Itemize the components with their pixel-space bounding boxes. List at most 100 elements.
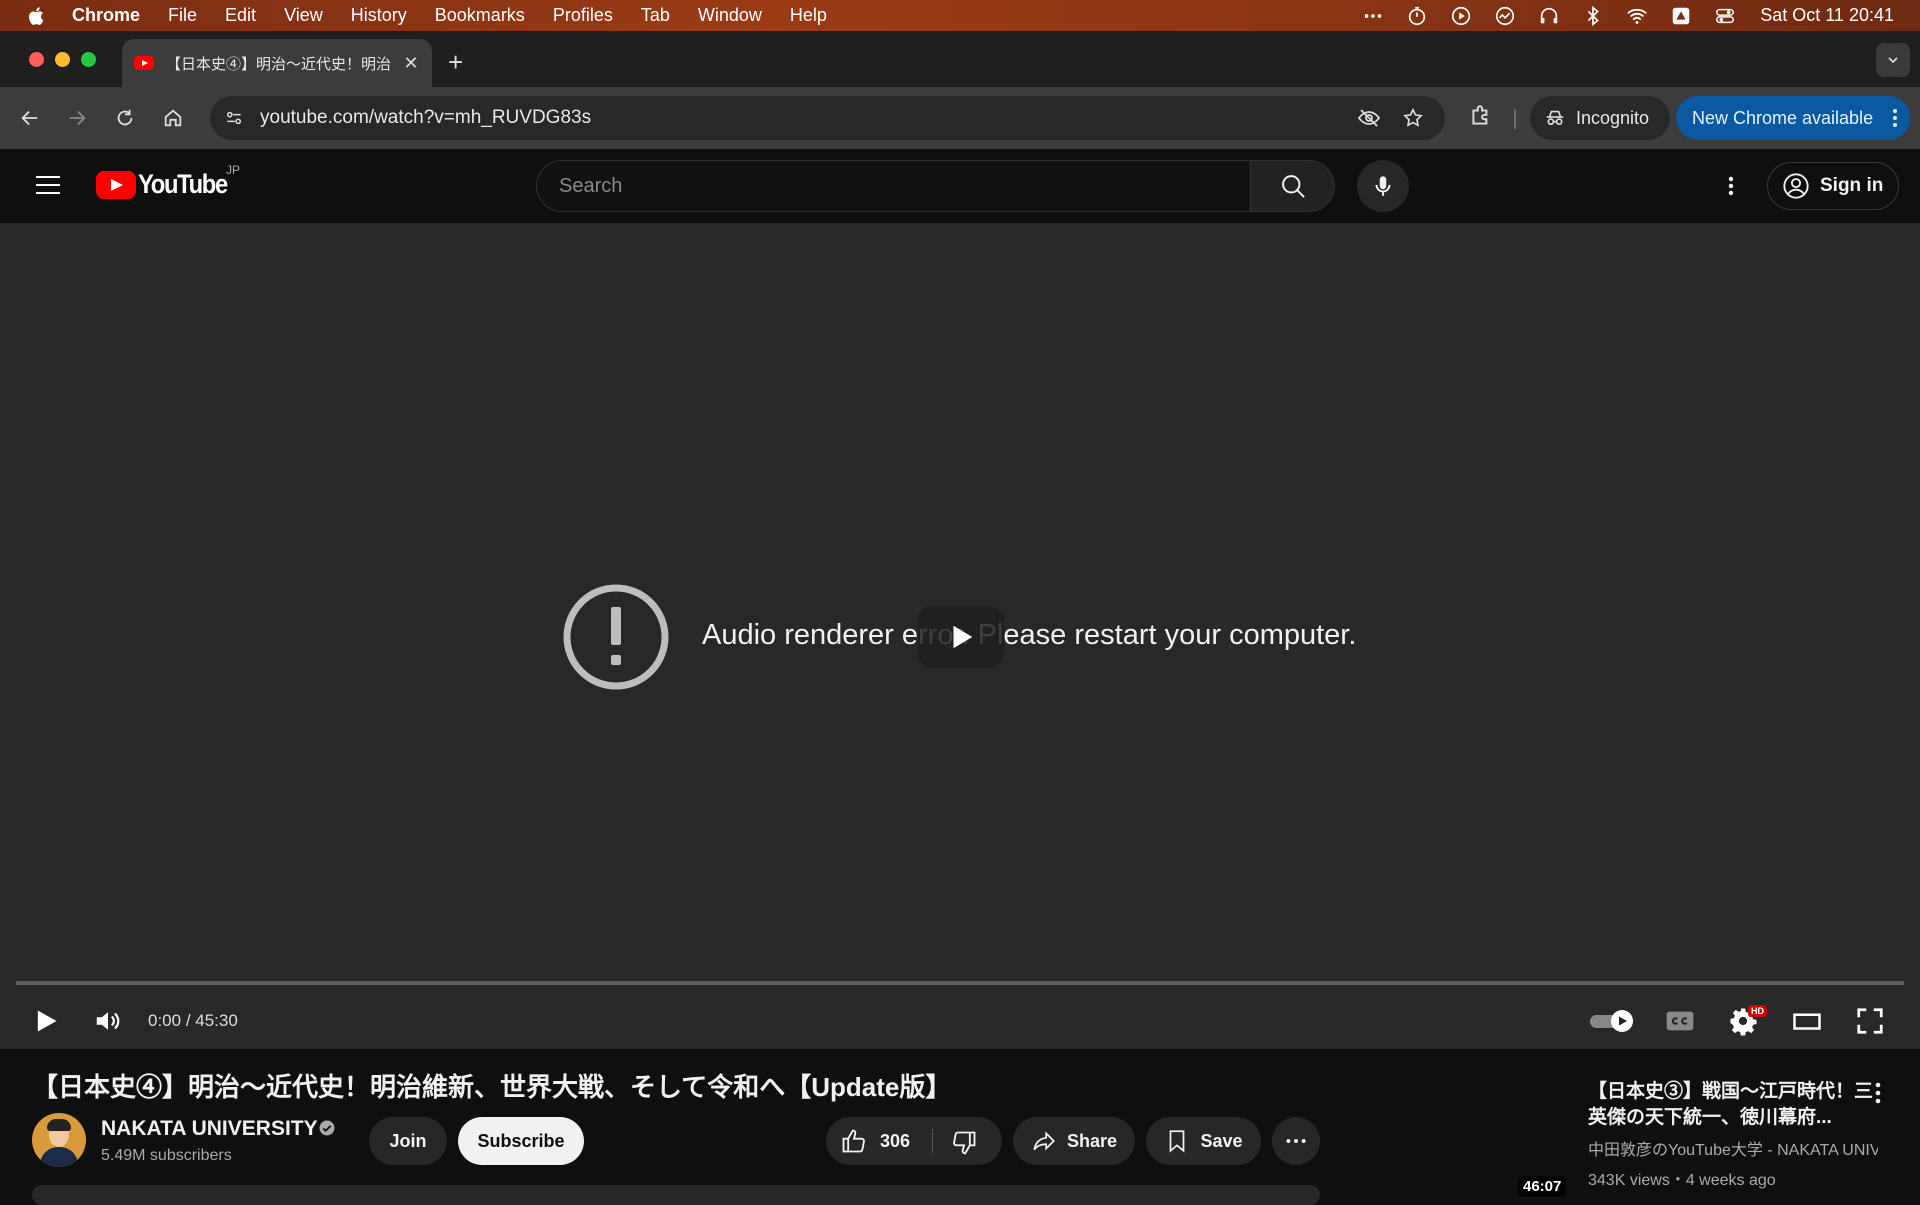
address-bar[interactable]: youtube.com/watch?v=mh_RUVDG83s xyxy=(210,96,1445,140)
captions-button[interactable] xyxy=(1662,1003,1698,1039)
verified-badge-icon xyxy=(319,1120,335,1136)
large-play-button[interactable] xyxy=(918,606,1004,668)
sign-in-button[interactable]: Sign in xyxy=(1767,162,1899,210)
youtube-play-logo-icon xyxy=(96,170,136,199)
channel-avatar[interactable] xyxy=(32,1113,86,1167)
like-divider xyxy=(932,1129,933,1153)
browser-tab-active[interactable]: 【日本史④】明治〜近代史！明治 ✕ xyxy=(122,39,432,87)
reload-button[interactable] xyxy=(111,104,139,132)
youtube-favicon-icon xyxy=(134,56,154,70)
wifi-icon[interactable] xyxy=(1626,5,1648,27)
activity-icon[interactable] xyxy=(1494,5,1516,27)
headphones-icon[interactable] xyxy=(1538,5,1560,27)
player-error-message: Audio renderer error. Please restart you… xyxy=(702,619,1357,651)
kebab-menu-icon xyxy=(1893,109,1897,127)
update-chrome-label: New Chrome available xyxy=(1692,107,1874,128)
menu-history[interactable]: History xyxy=(351,5,407,26)
menu-profiles[interactable]: Profiles xyxy=(553,5,613,26)
apple-icon[interactable] xyxy=(26,5,48,27)
tracking-protection-icon[interactable] xyxy=(1357,106,1381,130)
channel-name[interactable]: NAKATA UNIVERSITY xyxy=(101,1117,318,1141)
recommended-video-meta: 343K views・4 weeks ago xyxy=(1588,1172,1776,1189)
back-button[interactable] xyxy=(16,104,44,132)
window-minimize-button[interactable] xyxy=(55,52,70,67)
tab-title: 【日本史④】明治〜近代史！明治 xyxy=(166,55,392,73)
browser-toolbar: youtube.com/watch?v=mh_RUVDG83s Incognit… xyxy=(0,87,1920,149)
search-input[interactable] xyxy=(536,160,1251,212)
extensions-icon[interactable] xyxy=(1468,103,1496,131)
player-controls: 0:00 / 45:30 HD xyxy=(0,991,1920,1049)
time-current: 0:00 xyxy=(148,1011,182,1030)
thumbs-up-icon[interactable] xyxy=(840,1127,868,1155)
new-tab-button[interactable]: + xyxy=(448,49,463,75)
join-button[interactable]: Join xyxy=(369,1117,447,1165)
menubar-status-area: Sat Oct 11 20:41 xyxy=(1362,0,1894,31)
media-play-icon[interactable] xyxy=(1450,5,1472,27)
autoplay-toggle[interactable] xyxy=(1588,1003,1636,1039)
fullscreen-button[interactable] xyxy=(1852,1003,1888,1039)
volume-icon xyxy=(96,1012,120,1030)
menubar-clock[interactable]: Sat Oct 11 20:41 xyxy=(1760,5,1894,26)
progress-bar[interactable] xyxy=(16,981,1904,985)
control-center-icon[interactable] xyxy=(1714,5,1736,27)
menu-file[interactable]: File xyxy=(168,5,197,26)
share-label: Share xyxy=(1066,1130,1118,1151)
subscribe-button[interactable]: Subscribe xyxy=(458,1117,584,1165)
recommended-video[interactable]: 【日本史③】戦国〜江戸時代！三英傑の天下統一、徳川幕府... 中田敦彦のYouT… xyxy=(1588,1079,1888,1190)
menu-app-name[interactable]: Chrome xyxy=(72,5,140,26)
fullscreen-icon xyxy=(1857,1008,1883,1034)
menu-edit[interactable]: Edit xyxy=(225,5,256,26)
incognito-indicator[interactable]: Incognito xyxy=(1530,96,1670,140)
menu-bookmarks[interactable]: Bookmarks xyxy=(435,5,525,26)
hamburger-menu-icon[interactable] xyxy=(34,173,62,197)
youtube-logo[interactable]: YouTube JP xyxy=(96,163,240,200)
subscriber-count: 5.49M subscribers xyxy=(101,1147,232,1164)
recommended-more-icon[interactable] xyxy=(1866,1079,1890,1107)
forward-button[interactable] xyxy=(63,104,91,132)
menu-view[interactable]: View xyxy=(284,5,323,26)
search-bar xyxy=(536,160,1335,212)
join-label: Join xyxy=(389,1130,427,1151)
chevron-down-icon xyxy=(1888,57,1898,64)
search-button[interactable] xyxy=(1251,160,1335,212)
update-chrome-button[interactable]: New Chrome available xyxy=(1676,96,1910,140)
bluetooth-icon[interactable] xyxy=(1582,5,1604,27)
macos-menu-bar: Chrome File Edit View History Bookmarks … xyxy=(0,0,1920,31)
home-button[interactable] xyxy=(159,104,187,132)
account-icon xyxy=(1783,173,1809,199)
settings-more-button[interactable] xyxy=(1716,171,1746,201)
tab-search-button[interactable] xyxy=(1876,43,1910,77)
youtube-header: YouTube JP Sign in xyxy=(0,149,1920,223)
tab-close-icon[interactable]: ✕ xyxy=(402,54,420,72)
theater-mode-button[interactable] xyxy=(1789,1003,1825,1039)
bookmark-star-icon[interactable] xyxy=(1401,106,1425,130)
site-info-icon[interactable] xyxy=(218,102,250,134)
menu-help[interactable]: Help xyxy=(790,5,827,26)
recommended-video-title[interactable]: 【日本史③】戦国〜江戸時代！三英傑の天下統一、徳川幕府... xyxy=(1588,1079,1878,1131)
window-close-button[interactable] xyxy=(29,52,44,67)
sign-in-label: Sign in xyxy=(1820,175,1884,196)
play-button[interactable] xyxy=(28,1003,64,1039)
bookmark-icon xyxy=(1170,1130,1185,1153)
url-text[interactable]: youtube.com/watch?v=mh_RUVDG83s xyxy=(260,107,1357,129)
menu-window[interactable]: Window xyxy=(698,5,762,26)
more-dots-icon[interactable] xyxy=(1362,5,1384,27)
voice-search-button[interactable] xyxy=(1357,160,1409,212)
window-zoom-button[interactable] xyxy=(81,52,96,67)
microphone-icon xyxy=(1375,176,1391,196)
settings-button[interactable]: HD xyxy=(1725,1003,1767,1039)
menu-tab[interactable]: Tab xyxy=(641,5,670,26)
timer-icon[interactable] xyxy=(1406,5,1428,27)
drive-icon[interactable] xyxy=(1670,5,1692,27)
share-button[interactable]: Share xyxy=(1013,1117,1135,1165)
theater-mode-icon xyxy=(1793,1013,1821,1030)
mute-button[interactable] xyxy=(90,1003,126,1039)
save-button[interactable]: Save xyxy=(1146,1117,1261,1165)
video-player[interactable]: Audio renderer error. Please restart you… xyxy=(0,223,1920,1049)
youtube-wordmark: YouTube xyxy=(138,169,228,199)
error-exclamation-icon xyxy=(563,584,669,690)
more-actions-button[interactable] xyxy=(1272,1117,1320,1165)
home-icon xyxy=(164,109,182,127)
thumbs-down-icon[interactable] xyxy=(950,1129,978,1157)
description-box[interactable] xyxy=(32,1185,1320,1205)
